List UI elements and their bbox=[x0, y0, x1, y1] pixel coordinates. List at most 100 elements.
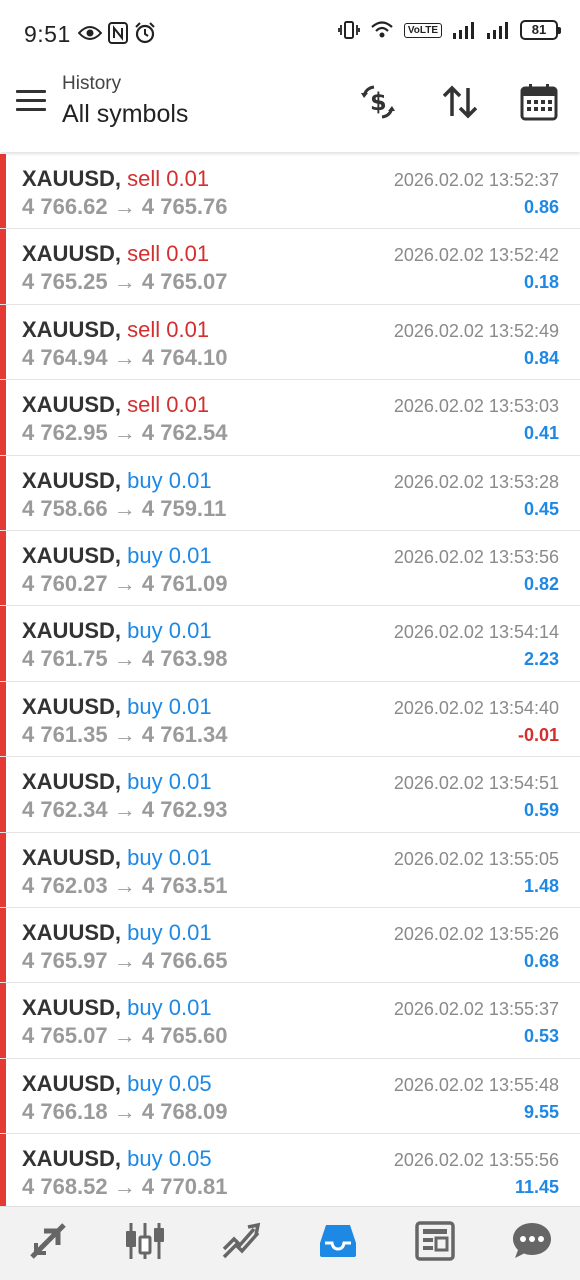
deal-symbol: XAUUSD bbox=[22, 919, 115, 945]
arrow-right-icon: → bbox=[107, 420, 142, 446]
quotes-icon bbox=[26, 1219, 70, 1268]
deal-accent-bar bbox=[0, 832, 6, 907]
deal-row[interactable]: XAUUSD, buy 0.01 4 762.34 → 4 762.93 2026.… bbox=[0, 757, 580, 833]
deal-symbol: XAUUSD bbox=[22, 844, 115, 870]
deal-row[interactable]: XAUUSD, sell 0.01 4 765.25 → 4 765.07 2026… bbox=[0, 229, 580, 305]
deal-symbol: XAUUSD bbox=[22, 316, 115, 342]
deal-prices: 4 762.03 → 4 763.51 bbox=[22, 873, 228, 899]
deal-symbol: XAUUSD bbox=[22, 1070, 115, 1096]
deal-profit: 0.18 bbox=[523, 272, 559, 293]
deal-time: 2026.02.02 13:55:56 bbox=[393, 1150, 559, 1171]
deal-close-price: 4 761.09 bbox=[141, 570, 228, 596]
deal-volume: 0.01 bbox=[166, 166, 210, 191]
deal-type: sell bbox=[127, 241, 161, 267]
deal-symbol: XAUUSD bbox=[22, 542, 115, 568]
deal-symbol: XAUUSD bbox=[22, 1146, 115, 1172]
symbol-separator: , bbox=[114, 693, 128, 719]
deal-time: 2026.02.02 13:55:48 bbox=[393, 1074, 559, 1095]
deal-profit: 2.23 bbox=[523, 649, 559, 670]
deal-close-price: 4 759.11 bbox=[141, 495, 227, 521]
deal-row[interactable]: XAUUSD, sell 0.01 4 766.62 → 4 765.76 2026… bbox=[0, 154, 580, 230]
nav-chat[interactable] bbox=[483, 1207, 580, 1280]
deal-close-price: 4 765.76 bbox=[141, 194, 228, 219]
deal-list[interactable]: XAUUSD, sell 0.01 4 766.62 → 4 765.76 2026… bbox=[0, 154, 580, 1206]
deal-row[interactable]: XAUUSD, buy 0.01 4 761.75 → 4 763.98 2026.… bbox=[0, 606, 580, 682]
symbol-separator: , bbox=[114, 769, 128, 795]
deal-row[interactable]: XAUUSD, buy 0.01 4 765.07 → 4 765.60 2026.… bbox=[0, 983, 580, 1059]
deal-symbol: XAUUSD bbox=[22, 241, 115, 267]
deal-time: 2026.02.02 13:53:56 bbox=[393, 546, 559, 567]
deal-symbol-line: XAUUSD, buy 0.01 bbox=[22, 468, 212, 494]
arrow-right-icon: → bbox=[107, 1098, 142, 1124]
arrow-right-icon: → bbox=[107, 721, 142, 747]
deal-row[interactable]: XAUUSD, buy 0.05 4 766.18 → 4 768.09 2026.… bbox=[0, 1058, 580, 1135]
deal-row[interactable]: XAUUSD, sell 0.01 4 764.94 → 4 764.10 2026… bbox=[0, 304, 580, 381]
symbol-separator: , bbox=[114, 844, 128, 870]
deal-profit: 0.82 bbox=[523, 573, 559, 594]
deal-type: buy bbox=[127, 995, 163, 1021]
deal-prices: 4 762.95 → 4 762.54 bbox=[22, 420, 228, 446]
deal-type: buy bbox=[127, 467, 163, 493]
nav-news[interactable] bbox=[387, 1207, 484, 1280]
currency-exchange-icon[interactable]: $ bbox=[358, 82, 398, 122]
signal-icon bbox=[452, 21, 476, 39]
alarm-icon bbox=[134, 22, 156, 44]
arrow-right-icon: → bbox=[107, 570, 142, 596]
deal-prices: 4 768.52 → 4 770.81 bbox=[22, 1174, 228, 1200]
symbol-separator: , bbox=[114, 1070, 128, 1096]
deal-profit: 0.53 bbox=[523, 1026, 559, 1047]
deal-volume: 0.01 bbox=[166, 241, 210, 267]
deal-row[interactable]: XAUUSD, sell 0.01 4 762.95 → 4 762.54 2026… bbox=[0, 380, 580, 456]
deal-prices: 4 765.07 → 4 765.60 bbox=[22, 1023, 228, 1049]
nav-trade[interactable] bbox=[193, 1207, 290, 1280]
deal-type: buy bbox=[127, 693, 163, 719]
deal-volume: 0.01 bbox=[168, 844, 212, 870]
deal-symbol-line: XAUUSD, sell 0.01 bbox=[22, 392, 209, 418]
deal-open-price: 4 768.52 bbox=[22, 1174, 108, 1200]
deal-row[interactable]: XAUUSD, buy 0.01 4 762.03 → 4 763.51 2026.… bbox=[0, 832, 580, 908]
deal-row[interactable]: XAUUSD, buy 0.01 4 758.66 → 4 759.11 2026.… bbox=[0, 455, 580, 531]
deal-accent-bar bbox=[0, 154, 6, 229]
deal-symbol: XAUUSD bbox=[22, 392, 115, 418]
nav-history[interactable] bbox=[290, 1207, 387, 1280]
arrow-right-icon: → bbox=[107, 797, 142, 823]
nav-quotes[interactable] bbox=[0, 1207, 97, 1280]
symbol-separator: , bbox=[114, 542, 128, 568]
deal-open-price: 4 760.27 bbox=[22, 570, 108, 596]
deal-close-price: 4 762.54 bbox=[141, 420, 228, 446]
deal-profit: 9.55 bbox=[523, 1101, 559, 1122]
deal-row[interactable]: XAUUSD, buy 0.05 4 768.52 → 4 770.81 2026.… bbox=[0, 1134, 580, 1206]
deal-open-price: 4 765.07 bbox=[22, 1023, 108, 1049]
page-title[interactable]: All symbols bbox=[62, 100, 188, 129]
deal-prices: 4 764.94 → 4 764.10 bbox=[22, 345, 228, 371]
deal-symbol-line: XAUUSD, buy 0.01 bbox=[22, 995, 212, 1021]
deal-type: buy bbox=[127, 844, 163, 870]
deal-type: buy bbox=[127, 618, 163, 644]
deal-symbol: XAUUSD bbox=[22, 995, 115, 1021]
deal-time: 2026.02.02 13:55:05 bbox=[393, 848, 559, 869]
deal-row[interactable]: XAUUSD, buy 0.01 4 765.97 → 4 766.65 2026.… bbox=[0, 907, 580, 984]
deal-close-price: 4 768.09 bbox=[141, 1098, 228, 1124]
deal-type: buy bbox=[127, 1146, 163, 1172]
app-header: History All symbols $ bbox=[0, 68, 580, 152]
nfc-icon bbox=[108, 22, 128, 44]
deal-type: buy bbox=[127, 1070, 163, 1096]
calendar-icon[interactable] bbox=[519, 82, 559, 122]
symbol-separator: , bbox=[114, 467, 128, 493]
nav-chart[interactable] bbox=[97, 1207, 194, 1280]
deal-time: 2026.02.02 13:53:03 bbox=[393, 396, 559, 417]
deal-symbol: XAUUSD bbox=[22, 467, 115, 493]
sort-icon[interactable] bbox=[440, 82, 480, 122]
deal-prices: 4 758.66 → 4 759.11 bbox=[22, 496, 226, 522]
deal-accent-bar bbox=[0, 907, 6, 983]
arrow-right-icon: → bbox=[107, 1174, 142, 1200]
deal-accent-bar bbox=[0, 530, 6, 606]
deal-symbol-line: XAUUSD, buy 0.01 bbox=[22, 845, 212, 871]
menu-icon[interactable] bbox=[16, 90, 46, 114]
deal-accent-bar bbox=[0, 229, 6, 304]
deal-profit: -0.01 bbox=[517, 724, 559, 745]
deal-row[interactable]: XAUUSD, buy 0.01 4 760.27 → 4 761.09 2026.… bbox=[0, 530, 580, 607]
deal-row[interactable]: XAUUSD, buy 0.01 4 761.35 → 4 761.34 2026.… bbox=[0, 681, 580, 758]
deal-open-price: 4 762.34 bbox=[22, 797, 108, 823]
deal-type: buy bbox=[127, 542, 163, 568]
